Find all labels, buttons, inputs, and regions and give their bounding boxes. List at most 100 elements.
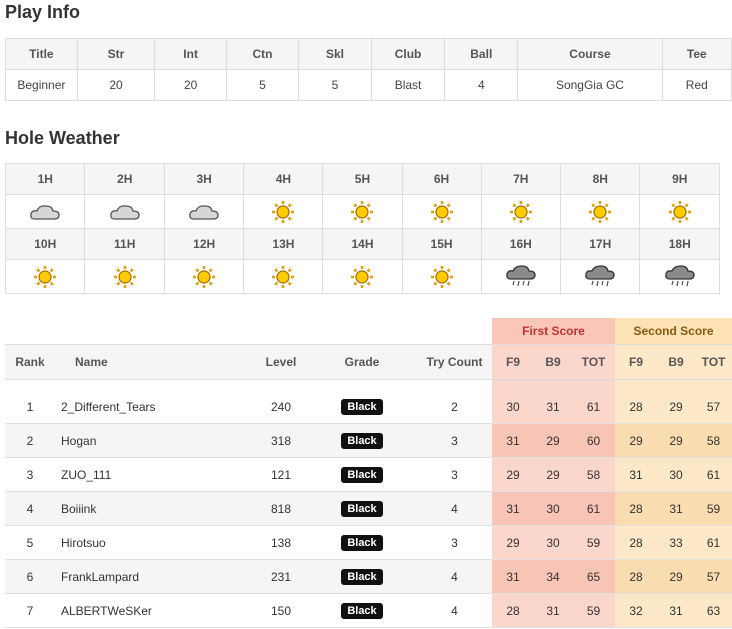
ranking-row[interactable]: 1 2_Different_Tears 240 Black 2 30 31 61 28 29 57 xyxy=(5,390,732,424)
play-info-value-ctn: 5 xyxy=(225,69,300,101)
col-name[interactable]: Name xyxy=(55,344,255,380)
grade-badge: Black xyxy=(341,466,383,483)
hole-weather-16h xyxy=(480,259,562,294)
col-try-count[interactable]: Try Count xyxy=(417,344,492,380)
ranking-row[interactable]: 2 Hogan 318 Black 3 31 29 60 29 29 58 xyxy=(5,423,732,458)
hole-label-16h: 16H xyxy=(480,228,562,260)
second-tot: 57 xyxy=(695,390,732,424)
player-name[interactable]: Hirotsuo xyxy=(55,525,255,560)
play-info-heading: Play Info xyxy=(5,2,81,22)
rank-cell: 3 xyxy=(5,457,55,492)
try-count-cell: 4 xyxy=(417,491,492,526)
cloud-icon xyxy=(7,202,83,222)
sun-icon xyxy=(7,265,83,289)
first-tot: 65 xyxy=(572,559,615,594)
play-info-value-ball: 4 xyxy=(444,69,519,101)
col-first-b9[interactable]: B9 xyxy=(534,344,572,380)
hole-label-10h: 10H xyxy=(4,228,86,260)
level-cell: 138 xyxy=(255,525,307,560)
level-cell: 240 xyxy=(255,390,307,424)
hole-weather-1h xyxy=(4,194,86,229)
second-f9: 28 xyxy=(615,491,657,526)
rank-cell: 4 xyxy=(5,491,55,526)
player-name[interactable]: 2_Different_Tears xyxy=(55,390,255,424)
hole-weather-13h xyxy=(243,259,324,294)
try-count-cell: 4 xyxy=(417,593,492,628)
player-name[interactable]: ZUO_111 xyxy=(55,457,255,492)
hole-weather-8h xyxy=(560,194,641,229)
first-f9: 28 xyxy=(492,593,534,628)
play-info-header-row: Title Str Int Ctn Skl Club Ball Course Tee xyxy=(5,38,732,70)
sun-icon xyxy=(404,265,480,289)
col-second-f9[interactable]: F9 xyxy=(615,344,657,380)
play-info-header-club: Club xyxy=(370,38,446,70)
first-f9: 31 xyxy=(492,559,534,594)
player-name[interactable]: FrankLampard xyxy=(55,559,255,594)
sun-icon xyxy=(641,200,718,224)
col-level[interactable]: Level xyxy=(255,344,307,380)
level-cell: 231 xyxy=(255,559,307,594)
col-grade[interactable]: Grade xyxy=(307,344,417,380)
hole-label-15h: 15H xyxy=(401,228,482,260)
sun-icon xyxy=(562,200,638,224)
first-b9: 29 xyxy=(534,423,572,458)
col-first-f9[interactable]: F9 xyxy=(492,344,534,380)
hole-label-11h: 11H xyxy=(84,228,165,260)
player-name[interactable]: Hogan xyxy=(55,423,255,458)
play-info-header-tee: Tee xyxy=(661,38,732,70)
second-f9: 28 xyxy=(615,525,657,560)
rank-cell: 5 xyxy=(5,525,55,560)
play-info-header-int: Int xyxy=(154,38,227,70)
hole-label-7h: 7H xyxy=(480,163,562,195)
second-tot: 58 xyxy=(695,423,732,458)
player-name[interactable]: Boiiink xyxy=(55,491,255,526)
ranking-row[interactable]: 6 FrankLampard 231 Black 4 31 34 65 28 29 57 xyxy=(5,559,732,594)
ranking-row[interactable]: 3 ZUO_111 121 Black 3 29 29 58 31 30 61 xyxy=(5,457,732,492)
hole-label-1h: 1H xyxy=(4,163,86,195)
ranking-row[interactable]: 7 ALBERTWeSKer 150 Black 4 28 31 59 32 31 63 xyxy=(5,593,732,628)
ranking-table: First Score Second Score Rank Name Level… xyxy=(5,318,732,628)
ranking-row[interactable]: 4 Boiiink 818 Black 4 31 30 61 28 31 59 xyxy=(5,491,732,526)
second-b9: 29 xyxy=(657,390,695,424)
play-info-header-ball: Ball xyxy=(444,38,519,70)
rank-cell: 2 xyxy=(5,423,55,458)
col-rank[interactable]: Rank xyxy=(5,344,55,380)
first-f9: 30 xyxy=(492,390,534,424)
second-tot: 57 xyxy=(695,559,732,594)
play-info-header-str: Str xyxy=(76,38,156,70)
play-info-header-ctn: Ctn xyxy=(225,38,300,70)
hole-label-4h: 4H xyxy=(243,163,324,195)
ranking-row[interactable]: 5 Hirotsuo 138 Black 3 29 30 59 28 33 61 xyxy=(5,525,732,560)
second-f9: 32 xyxy=(615,593,657,628)
hole-label-5h: 5H xyxy=(322,163,403,195)
grade-cell: Black xyxy=(307,559,417,594)
first-tot: 58 xyxy=(572,457,615,492)
play-info-value-tee: Red xyxy=(661,69,732,101)
col-second-tot[interactable]: TOT xyxy=(695,344,732,380)
col-first-tot[interactable]: TOT xyxy=(572,344,615,380)
grade-badge: Black xyxy=(341,500,383,517)
try-count-cell: 4 xyxy=(417,559,492,594)
hole-label-3h: 3H xyxy=(163,163,245,195)
level-cell: 318 xyxy=(255,423,307,458)
second-b9: 29 xyxy=(657,559,695,594)
hole-weather-4h xyxy=(243,194,324,229)
first-f9: 29 xyxy=(492,457,534,492)
hole-weather-14h xyxy=(322,259,403,294)
col-second-b9[interactable]: B9 xyxy=(657,344,695,380)
hole-label-9h: 9H xyxy=(639,163,720,195)
second-f9: 28 xyxy=(615,390,657,424)
grade-badge: Black xyxy=(341,432,383,449)
rain-cloud-icon xyxy=(483,264,559,289)
second-b9: 31 xyxy=(657,593,695,628)
first-b9: 30 xyxy=(534,525,572,560)
hole-label-13h: 13H xyxy=(243,228,324,260)
play-info-header-course: Course xyxy=(517,38,663,70)
player-name[interactable]: ALBERTWeSKer xyxy=(55,593,255,628)
second-f9: 28 xyxy=(615,559,657,594)
play-info-table: Title Str Int Ctn Skl Club Ball Course Tee Begin… xyxy=(5,38,732,101)
play-info-value-row: Beginner 20 20 5 5 Blast 4 SongGia GC Red xyxy=(5,69,732,101)
first-b9: 31 xyxy=(534,390,572,424)
first-tot: 59 xyxy=(572,593,615,628)
hole-weather-heading: Hole Weather xyxy=(5,128,120,148)
